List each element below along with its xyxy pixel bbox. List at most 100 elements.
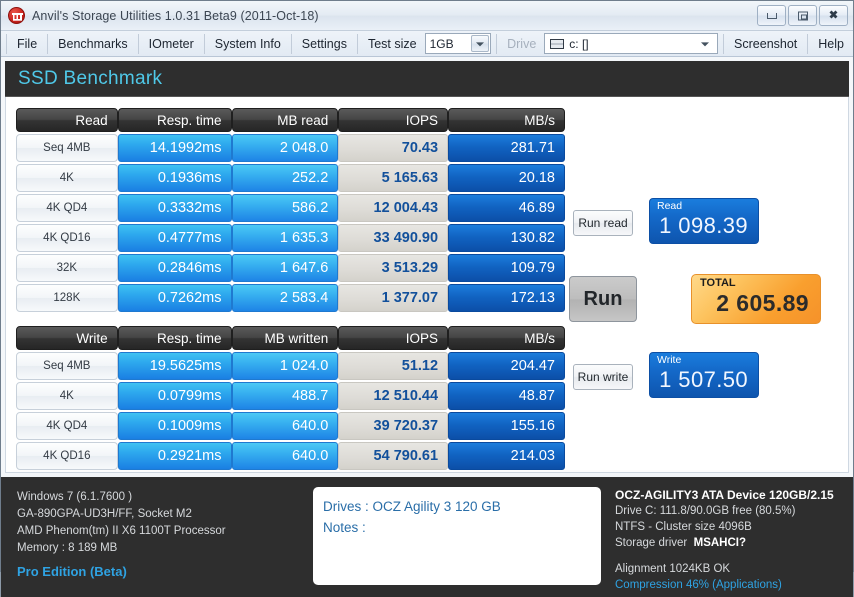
write-cell-iops: 54 790.61 (338, 442, 449, 470)
write-results-table: Write Resp. time MB written IOPS MB/s Se… (16, 324, 565, 472)
footer-bar: Windows 7 (6.1.7600 ) GA-890GPA-UD3H/FF,… (1, 477, 853, 597)
chevron-down-icon[interactable] (699, 34, 711, 53)
notes-input[interactable]: Drives : OCZ Agility 3 120 GB Notes : (313, 487, 601, 585)
menu-divider (290, 33, 292, 54)
write-header-category: Write (16, 326, 118, 350)
close-icon: ✖ (828, 9, 839, 21)
test-size-label: Test size (367, 36, 417, 51)
drive-compression-link[interactable]: Compression 46% (Applications) (615, 577, 845, 593)
drive-alignment: Alignment 1024KB OK (615, 563, 731, 575)
write-row-label[interactable]: 4K QD16 (16, 442, 118, 470)
menu-item-iometer[interactable]: IOmeter (140, 33, 203, 55)
app-body: SSD Benchmark Read Resp. time MB read IO… (1, 57, 853, 597)
menu-item-screenshot[interactable]: Screenshot (725, 33, 806, 55)
title-bar: Anvil's Storage Utilities 1.0.31 Beta9 (… (1, 1, 853, 31)
test-size-select[interactable]: 1GB (424, 33, 492, 54)
read-cell-mbs: 172.13 (448, 284, 565, 312)
read-cell-iops: 1 377.07 (338, 284, 449, 312)
close-button[interactable]: ✖ (819, 5, 848, 26)
read-cell-resp: 0.3332ms (117, 194, 232, 222)
write-cell-iops: 39 720.37 (338, 412, 449, 440)
read-cell-iops: 33 490.90 (338, 224, 449, 252)
read-row-label[interactable]: 4K (16, 164, 118, 192)
results-tables: Read Resp. time MB read IOPS MB/s Seq 4M… (16, 106, 565, 472)
write-cell-mbs: 48.87 (448, 382, 565, 410)
menu-divider (6, 33, 7, 54)
read-cell-resp: 0.1936ms (117, 164, 232, 192)
menu-item-file[interactable]: File (8, 33, 46, 55)
minimize-button[interactable] (757, 5, 786, 26)
write-cell-mbs: 155.16 (448, 412, 565, 440)
run-write-button[interactable]: Run write (573, 364, 633, 390)
menu-divider (137, 33, 139, 54)
minimize-icon (766, 12, 777, 19)
read-row-label[interactable]: 128K (16, 284, 118, 312)
read-cell-mb: 2 048.0 (231, 134, 339, 162)
write-cell-resp: 0.2921ms (117, 442, 232, 470)
menu-divider (203, 33, 205, 54)
read-score-value: 1 098.39 (659, 213, 748, 238)
menu-bar: File Benchmarks IOmeter System Info Sett… (1, 31, 853, 57)
write-cell-mbs: 204.47 (448, 352, 565, 380)
app-window: Anvil's Storage Utilities 1.0.31 Beta9 (… (0, 0, 854, 597)
menu-item-benchmarks[interactable]: Benchmarks (49, 33, 136, 55)
read-cell-mb: 2 583.4 (231, 284, 339, 312)
menu-divider (807, 33, 809, 54)
read-cell-mbs: 46.89 (448, 194, 565, 222)
read-cell-mb: 586.2 (231, 194, 339, 222)
maximize-icon (797, 11, 808, 20)
write-cell-resp: 19.5625ms (117, 352, 232, 380)
table-row: 4K QD4 0.3332ms 586.2 12 004.43 46.89 (16, 194, 565, 222)
write-cell-mbs: 214.03 (448, 442, 565, 470)
drive-select[interactable]: c: [] (544, 33, 719, 54)
write-score-label: Write (657, 354, 682, 366)
anvil-app-icon (8, 7, 25, 24)
read-header-mbs: MB/s (448, 108, 565, 132)
drive-capacity: Drive C: 111.8/90.0GB free (80.5%) (615, 505, 796, 517)
total-score-badge: TOTAL 2 605.89 (691, 274, 821, 324)
table-header-row: Write Resp. time MB written IOPS MB/s (16, 326, 565, 350)
menu-item-settings[interactable]: Settings (293, 33, 356, 55)
drive-value: c: [] (569, 36, 589, 51)
write-header-resp-time: Resp. time (117, 326, 232, 350)
read-cell-iops: 3 513.29 (338, 254, 449, 282)
read-row-label[interactable]: Seq 4MB (16, 134, 118, 162)
read-cell-mb: 252.2 (231, 164, 339, 192)
write-row-label[interactable]: 4K (16, 382, 118, 410)
table-row: 4K QD16 0.2921ms 640.0 54 790.61 214.03 (16, 442, 565, 470)
read-header-resp-time: Resp. time (117, 108, 232, 132)
read-header-iops: IOPS (338, 108, 449, 132)
write-row-label[interactable]: Seq 4MB (16, 352, 118, 380)
read-cell-resp: 0.4777ms (117, 224, 232, 252)
chevron-down-icon[interactable] (471, 35, 490, 52)
read-row-label[interactable]: 32K (16, 254, 118, 282)
read-cell-mb: 1 635.3 (231, 224, 339, 252)
drive-label: Drive (507, 36, 537, 51)
read-header-category: Read (16, 108, 118, 132)
read-cell-mbs: 20.18 (448, 164, 565, 192)
read-cell-mbs: 130.82 (448, 224, 565, 252)
run-button[interactable]: Run (569, 276, 637, 322)
write-row-label[interactable]: 4K QD4 (16, 412, 118, 440)
menu-divider (47, 33, 49, 54)
total-score-value: 2 605.89 (716, 290, 809, 316)
system-os: Windows 7 (6.1.7600 ) (17, 491, 133, 503)
maximize-button[interactable] (788, 5, 817, 26)
write-cell-mb: 488.7 (231, 382, 339, 410)
menu-item-help[interactable]: Help (809, 33, 853, 55)
read-cell-mb: 1 647.6 (231, 254, 339, 282)
write-cell-mb: 1 024.0 (231, 352, 339, 380)
read-row-label[interactable]: 4K QD4 (16, 194, 118, 222)
table-row: 4K QD16 0.4777ms 1 635.3 33 490.90 130.8… (16, 224, 565, 252)
drive-storage-driver: Storage driver MSAHCI? (615, 535, 845, 551)
read-score-badge: Read 1 098.39 (649, 198, 759, 244)
notes-label: Notes : (323, 520, 366, 535)
menu-item-system-info[interactable]: System Info (206, 33, 290, 55)
run-read-button[interactable]: Run read (573, 210, 633, 236)
write-cell-iops: 12 510.44 (338, 382, 449, 410)
read-row-label[interactable]: 4K QD16 (16, 224, 118, 252)
write-header-mb-written: MB written (231, 326, 339, 350)
read-cell-iops: 70.43 (338, 134, 449, 162)
table-row: 4K QD4 0.1009ms 640.0 39 720.37 155.16 (16, 412, 565, 440)
table-row: 32K 0.2846ms 1 647.6 3 513.29 109.79 (16, 254, 565, 282)
